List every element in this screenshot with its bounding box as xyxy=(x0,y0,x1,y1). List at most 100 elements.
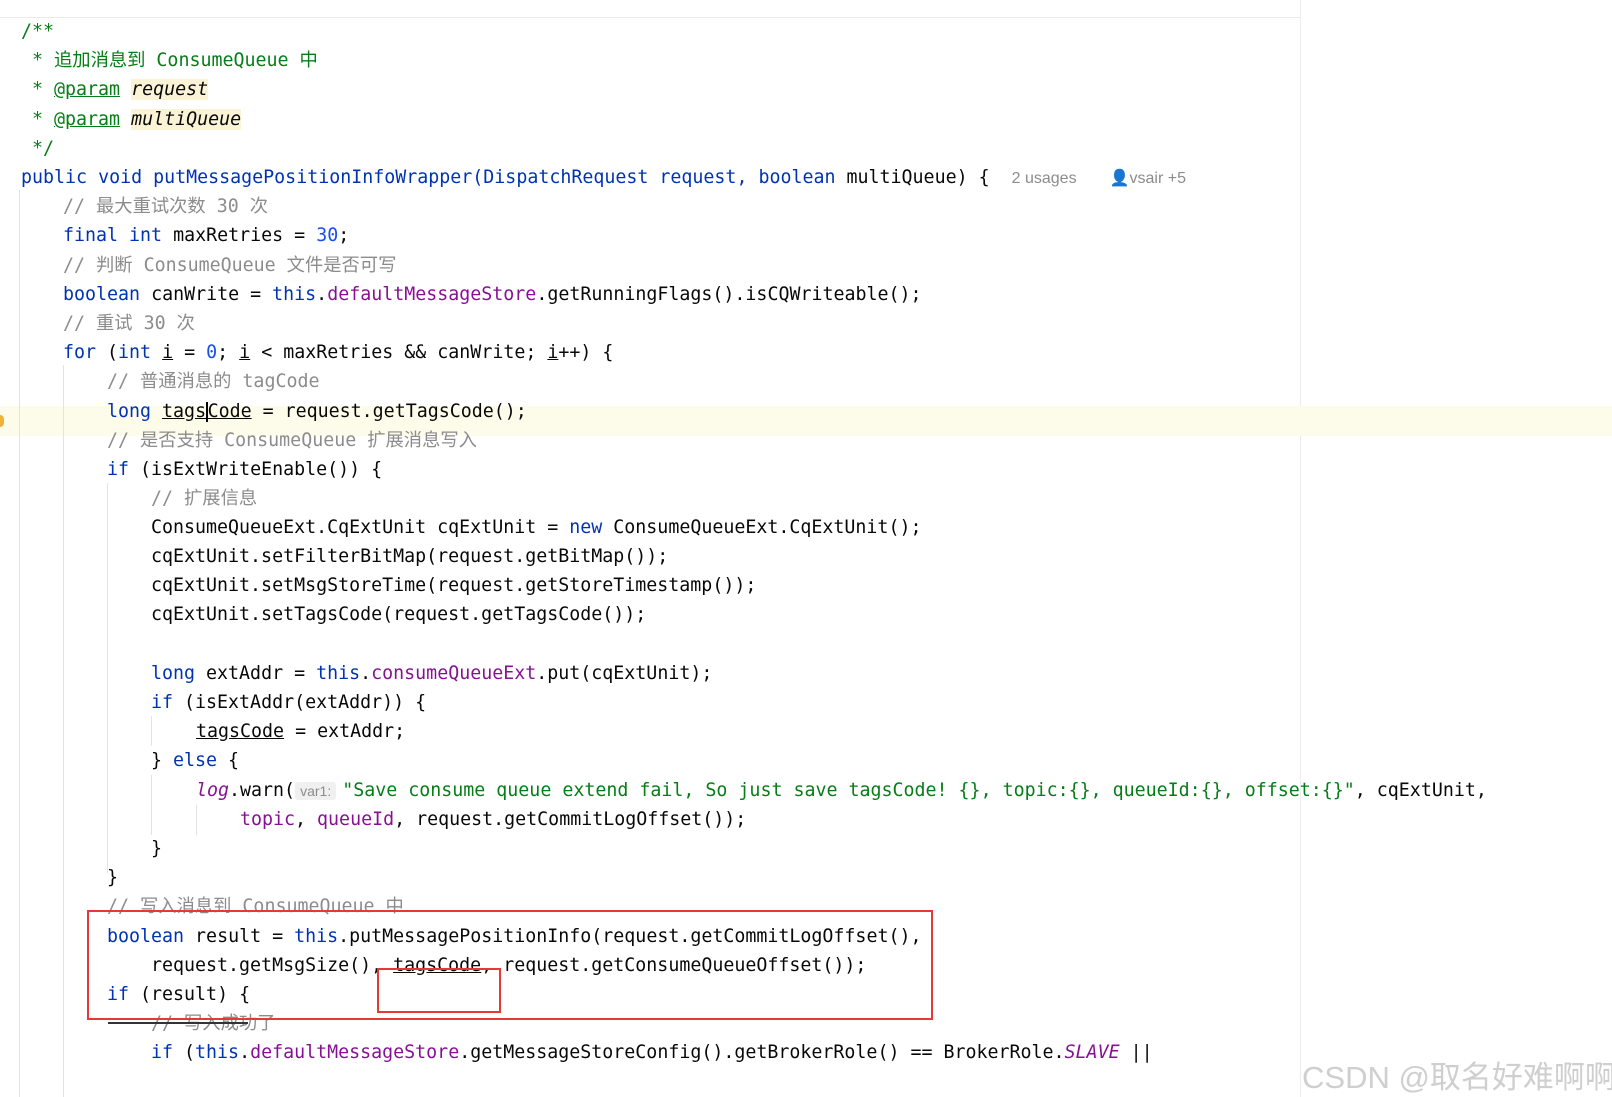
watermark: CSDN @取名好难啊啊 xyxy=(1302,1060,1612,1095)
code-text: ConsumeQueueExt.CqExtUnit cqExtUnit = xyxy=(151,517,570,538)
code-line[interactable]: * @param multiQueue xyxy=(21,105,242,135)
line-comment: // 判断 ConsumeQueue 文件是否可写 xyxy=(63,255,397,276)
field-ref: queueId xyxy=(317,809,395,830)
code-line[interactable]: cqExtUnit.setFilterBitMap(request.getBit… xyxy=(151,542,668,572)
code-line[interactable]: // 扩展信息 xyxy=(151,484,257,514)
code-line[interactable]: for (int i = 0; i < maxRetries && canWri… xyxy=(63,338,613,368)
code-text: , xyxy=(394,809,417,830)
indent-guide xyxy=(19,190,20,1097)
code-line[interactable]: log.warn(var1: "Save consume queue extend… xyxy=(196,776,1487,806)
code-line[interactable]: // 是否支持 ConsumeQueue 扩展消息写入 xyxy=(107,426,477,456)
parameter-inlay-hint: var1: xyxy=(295,782,337,800)
doc-comment: * 追加消息到 ConsumeQueue 中 xyxy=(21,50,318,71)
keyword: if xyxy=(107,459,130,480)
code-line[interactable]: if (isExtWriteEnable()) { xyxy=(107,455,382,485)
code-text: = request.getTagsCode(); xyxy=(251,401,527,422)
code-text: ( xyxy=(96,342,119,363)
code-text: ; xyxy=(217,342,240,363)
code-text: = extAddr; xyxy=(284,721,406,742)
code-line[interactable]: /** xyxy=(21,17,54,47)
code-line[interactable]: if (isExtAddr(extAddr)) { xyxy=(151,688,426,718)
number-literal: 30 xyxy=(316,225,339,246)
code-line[interactable]: public void putMessagePositionInfoWrappe… xyxy=(21,163,1186,193)
code-text: < maxRetries && canWrite; xyxy=(250,342,548,363)
keyword: int xyxy=(118,342,152,363)
code-text: .getRunningFlags().isCQWriteable(); xyxy=(536,284,922,305)
code-line[interactable]: final int maxRetries = 30; xyxy=(63,221,349,251)
indent-guide xyxy=(151,716,152,746)
code-line[interactable]: } else { xyxy=(151,746,239,776)
code-line[interactable]: ConsumeQueueExt.CqExtUnit cqExtUnit = ne… xyxy=(151,513,921,543)
keyword: this xyxy=(195,1042,240,1063)
field-ref: defaultMessageStore xyxy=(250,1042,460,1063)
code-text: .getMessageStoreConfig().getBrokerRole()… xyxy=(459,1042,1065,1063)
variable-tagscode: Code xyxy=(207,401,252,422)
author-hint[interactable]: vsair +5 xyxy=(1130,170,1186,187)
doc-param-name: request xyxy=(131,79,209,100)
field-ref: consumeQueueExt xyxy=(371,663,537,684)
keyword: int xyxy=(129,225,163,246)
code-line[interactable]: if (this.defaultMessageStore.getMessageS… xyxy=(151,1038,1153,1068)
code-text: (isExtWriteEnable()) { xyxy=(129,459,383,480)
code-line[interactable]: long extAddr = this.consumeQueueExt.put(… xyxy=(151,659,712,689)
usages-hint[interactable]: 2 usages xyxy=(1012,170,1077,187)
code-text: request.getCommitLogOffset()); xyxy=(416,809,747,830)
keyword: boolean xyxy=(758,167,836,188)
editor-top-border xyxy=(0,0,1300,18)
code-line[interactable]: // 重试 30 次 xyxy=(63,309,195,339)
code-line[interactable]: cqExtUnit.setMsgStoreTime(request.getSto… xyxy=(151,571,756,601)
code-text: . xyxy=(239,1042,251,1063)
line-comment: // 是否支持 ConsumeQueue 扩展消息写入 xyxy=(107,430,477,451)
code-text: , cqExtUnit, xyxy=(1354,780,1487,801)
keyword: final xyxy=(63,225,119,246)
code-line[interactable]: boolean canWrite = this.defaultMessageSt… xyxy=(63,280,922,310)
code-text: (isExtAddr(extAddr)) { xyxy=(173,692,427,713)
code-line[interactable]: */ xyxy=(21,134,54,164)
code-text: . xyxy=(316,284,328,305)
variable-tagscode: tagsCode xyxy=(196,721,285,742)
code-text: ConsumeQueueExt.CqExtUnit(); xyxy=(602,517,922,538)
code-text: } xyxy=(151,838,163,859)
code-text: canWrite = xyxy=(151,284,273,305)
code-text: ; xyxy=(338,225,350,246)
right-margin-guide xyxy=(1300,0,1301,1097)
code-line[interactable]: } xyxy=(151,834,162,864)
code-line[interactable]: // 判断 ConsumeQueue 文件是否可写 xyxy=(63,251,396,281)
indent-guide xyxy=(107,483,108,873)
code-text: .put(cqExtUnit); xyxy=(536,663,713,684)
red-annotation-box-tagscode xyxy=(377,968,501,1013)
method-signature: putMessagePositionInfoWrapper(DispatchRe… xyxy=(153,167,759,188)
keyword: if xyxy=(151,692,174,713)
code-line[interactable]: cqExtUnit.setTagsCode(request.getTagsCod… xyxy=(151,600,646,630)
loop-variable: i xyxy=(162,342,174,363)
code-line[interactable]: * @param request xyxy=(21,75,209,105)
code-text: cqExtUnit.setTagsCode(request.getTagsCod… xyxy=(151,604,647,625)
code-text: ++) { xyxy=(558,342,614,363)
code-text: . xyxy=(360,663,372,684)
code-line[interactable]: // 普通消息的 tagCode xyxy=(107,367,319,397)
doc-param-name: multiQueue xyxy=(131,109,242,130)
code-text: , xyxy=(295,809,318,830)
keyword: else xyxy=(173,750,218,771)
keyword: for xyxy=(63,342,97,363)
loop-variable: i xyxy=(239,342,251,363)
code-line[interactable]: tagsCode = extAddr; xyxy=(196,717,405,747)
code-text: extAddr = xyxy=(195,663,317,684)
code-line[interactable]: // 最大重试次数 30 次 xyxy=(63,192,268,222)
code-line[interactable]: } xyxy=(107,863,118,893)
code-line-current[interactable]: long tagsCode = request.getTagsCode(); xyxy=(107,397,527,427)
doc-tag: @param xyxy=(54,109,121,130)
keyword: void xyxy=(98,167,143,188)
indent-guide xyxy=(196,805,197,835)
keyword: long xyxy=(151,663,196,684)
line-comment: // 扩展信息 xyxy=(151,488,258,509)
code-line[interactable]: * 追加消息到 ConsumeQueue 中 xyxy=(21,46,318,76)
line-comment: // 最大重试次数 30 次 xyxy=(63,196,269,217)
keyword: if xyxy=(151,1042,174,1063)
code-text: } xyxy=(151,750,174,771)
code-text: cqExtUnit.setMsgStoreTime(request.getSto… xyxy=(151,575,757,596)
code-line[interactable]: topic, queueId, request.getCommitLogOffs… xyxy=(240,805,746,835)
line-comment: // 普通消息的 tagCode xyxy=(107,371,320,392)
keyword: long xyxy=(107,401,152,422)
code-text: { xyxy=(217,750,240,771)
